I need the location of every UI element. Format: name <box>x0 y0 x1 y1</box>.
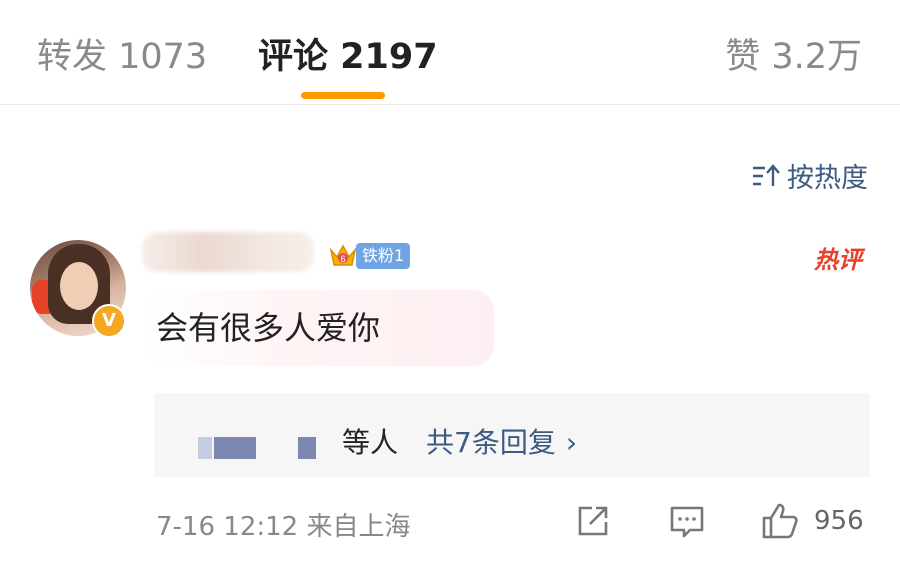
like-count: 956 <box>814 506 864 536</box>
hot-comment-tag: 热评 <box>814 246 862 274</box>
chevron-right-icon: › <box>565 426 578 459</box>
comment-meta: 7-16 12:12 来自上海 <box>156 512 411 542</box>
active-tab-indicator <box>301 92 385 99</box>
sort-by-heat-button[interactable]: 按热度 <box>751 156 868 195</box>
comment-tabs-bar: 转发 1073 评论 2197 赞 3.2万 <box>0 0 900 105</box>
comment-text: 会有很多人爱你 <box>156 309 381 347</box>
tab-repost[interactable]: 转发 1073 <box>37 28 207 79</box>
replier-name-redacted <box>298 437 316 459</box>
replier-name-redacted <box>214 437 256 459</box>
username-blurred[interactable] <box>142 232 314 272</box>
verified-icon: V <box>92 304 126 338</box>
sort-icon <box>753 163 780 186</box>
fan-badge-label: 铁粉1 <box>356 243 411 269</box>
sort-label: 按热度 <box>787 163 868 194</box>
share-icon <box>578 506 608 536</box>
share-button[interactable] <box>574 502 612 540</box>
view-replies-link[interactable]: 共7条回复 › <box>426 421 577 461</box>
thumb-up-icon <box>762 503 798 539</box>
fan-badge[interactable]: 6 铁粉1 <box>328 240 411 272</box>
tab-like[interactable]: 赞 3.2万 <box>725 28 862 79</box>
replies-count-label: 共7条回复 <box>426 426 556 459</box>
like-button[interactable]: 956 <box>760 502 864 540</box>
crown-icon: 6 <box>329 244 357 266</box>
replier-name-redacted <box>198 437 212 459</box>
comment-icon <box>670 506 704 538</box>
replies-box[interactable]: 等人 共7条回复 › <box>154 393 870 477</box>
tab-comment[interactable]: 评论 2197 <box>258 28 438 79</box>
reply-button[interactable] <box>668 502 706 540</box>
replies-by-label: 等人 <box>342 426 399 459</box>
fan-level: 6 <box>340 254 345 264</box>
